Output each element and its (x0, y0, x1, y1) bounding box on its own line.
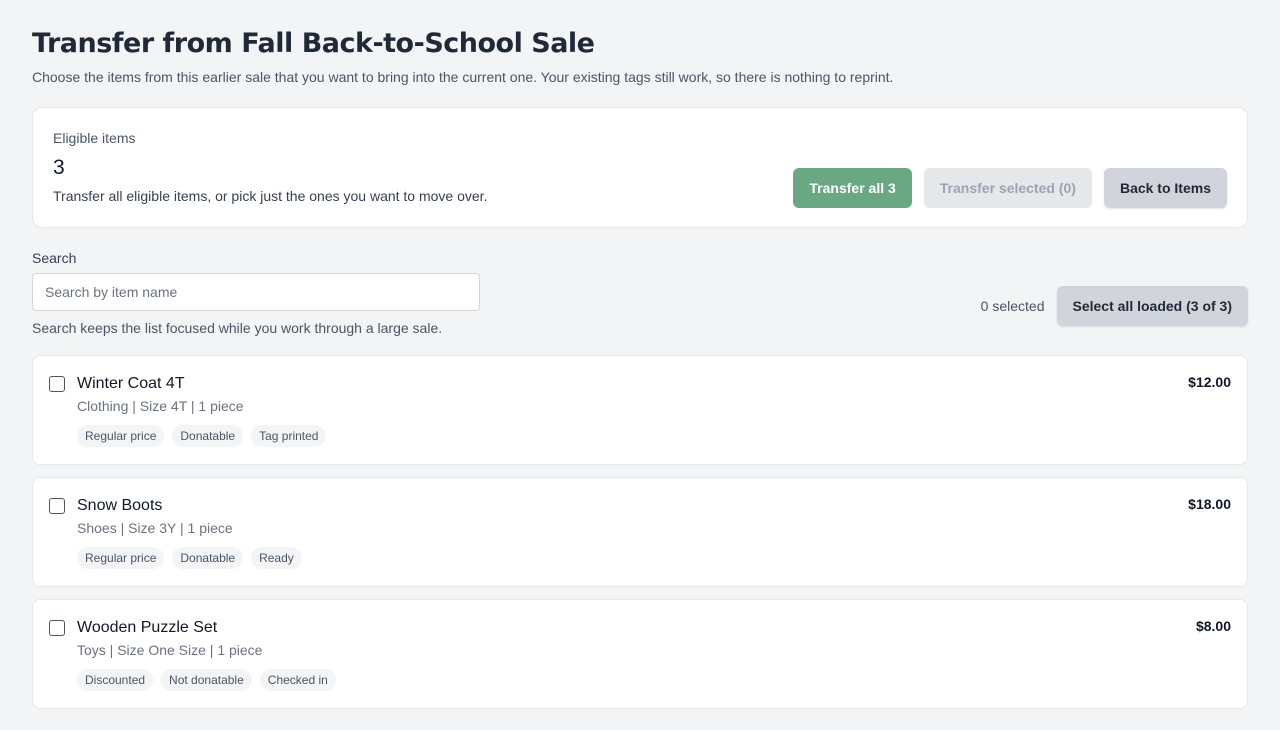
transfer-all-button[interactable]: Transfer all 3 (793, 168, 912, 208)
item-name: Wooden Puzzle Set (77, 619, 218, 636)
item-tag: Donatable (172, 425, 244, 447)
item-tag: Not donatable (161, 669, 252, 691)
item-checkbox[interactable] (49, 376, 65, 392)
item-name: Winter Coat 4T (77, 375, 185, 392)
item-tags: Regular price Donatable Ready (77, 547, 1231, 569)
select-all-loaded-button[interactable]: Select all loaded (3 of 3) (1056, 286, 1248, 326)
item-tag: Ready (251, 547, 302, 569)
item-tag: Donatable (172, 547, 244, 569)
selection-controls: 0 selected Select all loaded (3 of 3) (981, 286, 1248, 326)
list-item[interactable]: Snow Boots Shoes | Size 3Y | 1 piece Reg… (32, 477, 1248, 587)
item-tag: Regular price (77, 547, 165, 569)
item-price: $8.00 (1195, 618, 1231, 634)
search-section: Search Search keeps the list focused whi… (32, 250, 1248, 355)
search-label: Search (32, 250, 77, 266)
item-list: Winter Coat 4T Clothing | Size 4T | 1 pi… (32, 355, 1248, 709)
transfer-selected-button[interactable]: Transfer selected (0) (923, 168, 1092, 208)
eligible-summary-card: Eligible items 3 Transfer all eligible i… (32, 107, 1248, 228)
item-tag: Regular price (77, 425, 165, 447)
item-meta: Toys | Size One Size | 1 piece (77, 642, 263, 658)
search-input[interactable] (32, 273, 480, 311)
item-meta: Shoes | Size 3Y | 1 piece (77, 520, 233, 536)
transfer-page: Transfer from Fall Back-to-School Sale C… (0, 0, 1280, 709)
page-subtitle: Choose the items from this earlier sale … (32, 69, 894, 85)
eligible-items-label: Eligible items (53, 130, 136, 146)
item-name: Snow Boots (77, 497, 163, 514)
item-body: Wooden Puzzle Set Toys | Size One Size |… (77, 618, 1231, 691)
item-price: $18.00 (1188, 496, 1231, 512)
item-tags: Discounted Not donatable Checked in (77, 669, 1231, 691)
item-tag: Tag printed (251, 425, 327, 447)
list-item[interactable]: Wooden Puzzle Set Toys | Size One Size |… (32, 599, 1248, 709)
back-to-items-button[interactable]: Back to Items (1103, 168, 1227, 208)
page-title: Transfer from Fall Back-to-School Sale (32, 28, 595, 59)
item-checkbox[interactable] (49, 620, 65, 636)
item-tag: Discounted (77, 669, 154, 691)
item-price: $12.00 (1188, 374, 1231, 390)
item-body: Snow Boots Shoes | Size 3Y | 1 piece Reg… (77, 496, 1231, 569)
item-tags: Regular price Donatable Tag printed (77, 425, 1231, 447)
item-body: Winter Coat 4T Clothing | Size 4T | 1 pi… (77, 374, 1231, 447)
item-tag: Checked in (259, 669, 336, 691)
list-item[interactable]: Winter Coat 4T Clothing | Size 4T | 1 pi… (32, 355, 1248, 465)
item-checkbox[interactable] (49, 498, 65, 514)
item-meta: Clothing | Size 4T | 1 piece (77, 398, 244, 414)
selected-count: 0 selected (980, 298, 1045, 314)
summary-actions: Transfer all 3 Transfer selected (0) Bac… (793, 168, 1227, 208)
